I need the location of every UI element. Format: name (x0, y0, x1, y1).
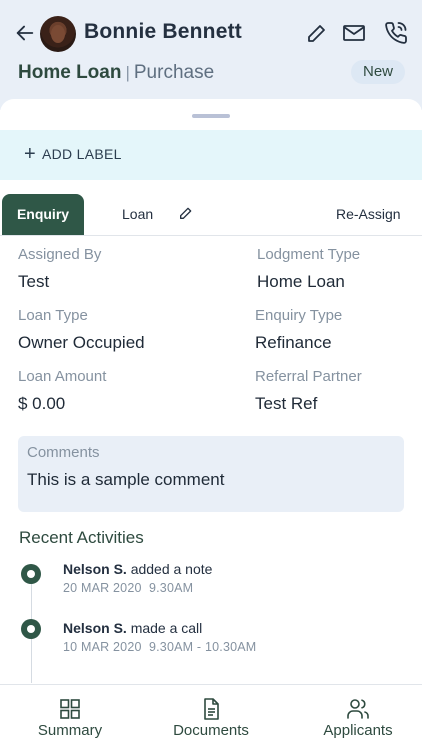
avatar[interactable] (40, 16, 76, 52)
tab-loan[interactable]: Loan (122, 194, 153, 235)
phone-icon[interactable] (384, 21, 408, 45)
activity-text: Nelson S. made a call (63, 620, 256, 636)
label-bar: + ADD LABEL (0, 130, 422, 180)
field-enquiry-type: Enquiry Type Refinance (255, 307, 342, 353)
pencil-icon[interactable] (305, 21, 329, 45)
comments-label: Comments (27, 444, 100, 461)
status-badge[interactable]: New (351, 60, 405, 84)
nav-applicants-label: Applicants (323, 722, 393, 739)
nav-summary-label: Summary (37, 722, 103, 739)
activity-time: 20 MAR 2020 9.30AM (63, 581, 194, 595)
field-label: Lodgment Type (257, 246, 361, 263)
comments-box: Comments This is a sample comment (18, 436, 404, 512)
nav-documents-label: Documents (173, 722, 249, 739)
grid-icon (60, 699, 80, 719)
field-label: Enquiry Type (255, 307, 343, 324)
subtitle-separator: | (125, 63, 130, 82)
contact-name: Bonnie Bennett (84, 20, 242, 43)
back-arrow-icon[interactable] (14, 22, 36, 44)
deal-type: Home Loan (18, 62, 122, 83)
field-value: Home Loan (257, 272, 345, 291)
bottom-nav: Summary Documents Applicants (0, 684, 422, 750)
add-label-button[interactable]: + ADD LABEL (24, 143, 122, 165)
tab-enquiry[interactable]: Enquiry (2, 194, 84, 235)
field-label: Loan Amount (18, 368, 107, 385)
activity-text: Nelson S. added a note (63, 561, 212, 577)
activity-action: made a call (130, 620, 203, 636)
document-icon (204, 698, 219, 720)
comments-value: This is a sample comment (27, 470, 225, 489)
timeline-dot (21, 564, 41, 584)
field-label: Assigned By (18, 246, 102, 263)
nav-summary[interactable]: Summary (0, 685, 140, 750)
field-value: Test Ref (255, 394, 318, 413)
field-value: Test (18, 272, 50, 291)
activity-time: 10 MAR 2020 9.30AM - 10.30AM (63, 640, 257, 654)
header: Bonnie Bennett Home Loan | Purchase New (0, 0, 422, 110)
reassign-button[interactable]: Re-Assign (336, 194, 401, 235)
activity-action: added a note (130, 561, 213, 577)
drag-handle[interactable] (192, 114, 230, 118)
activity-item[interactable]: Nelson S. made a call 10 MAR 2020 9.30AM… (63, 620, 256, 654)
activity-user: Nelson S. (63, 561, 127, 577)
deal-subtitle: Home Loan | Purchase (18, 62, 214, 84)
field-loan-amount: Loan Amount $ 0.00 (18, 368, 106, 414)
field-value: Owner Occupied (18, 333, 145, 352)
field-assigned-by: Assigned By Test (18, 246, 101, 292)
nav-applicants[interactable]: Applicants (288, 685, 422, 750)
timeline-dot (21, 619, 41, 639)
field-referral-partner: Referral Partner Test Ref (255, 368, 362, 414)
pencil-icon[interactable] (178, 205, 194, 221)
field-loan-type: Loan Type Owner Occupied (18, 307, 145, 353)
recent-activities-title: Recent Activities (19, 528, 144, 547)
add-label-text: ADD LABEL (41, 146, 122, 162)
users-icon (347, 699, 369, 719)
field-lodgment-type: Lodgment Type Home Loan (257, 246, 360, 292)
nav-documents[interactable]: Documents (141, 685, 281, 750)
details-sheet: + ADD LABEL Enquiry Loan Re-Assign Assig… (0, 99, 422, 750)
field-value: $ 0.00 (18, 394, 66, 413)
field-label: Loan Type (18, 307, 88, 324)
plus-icon: + (24, 143, 36, 165)
tab-bar: Enquiry Loan Re-Assign (0, 194, 422, 236)
mail-icon[interactable] (342, 21, 366, 45)
field-label: Referral Partner (255, 368, 362, 385)
activity-item[interactable]: Nelson S. added a note 20 MAR 2020 9.30A… (63, 561, 212, 595)
field-value: Refinance (255, 333, 332, 352)
deal-subtype: Purchase (133, 62, 215, 83)
activity-user: Nelson S. (63, 620, 127, 636)
